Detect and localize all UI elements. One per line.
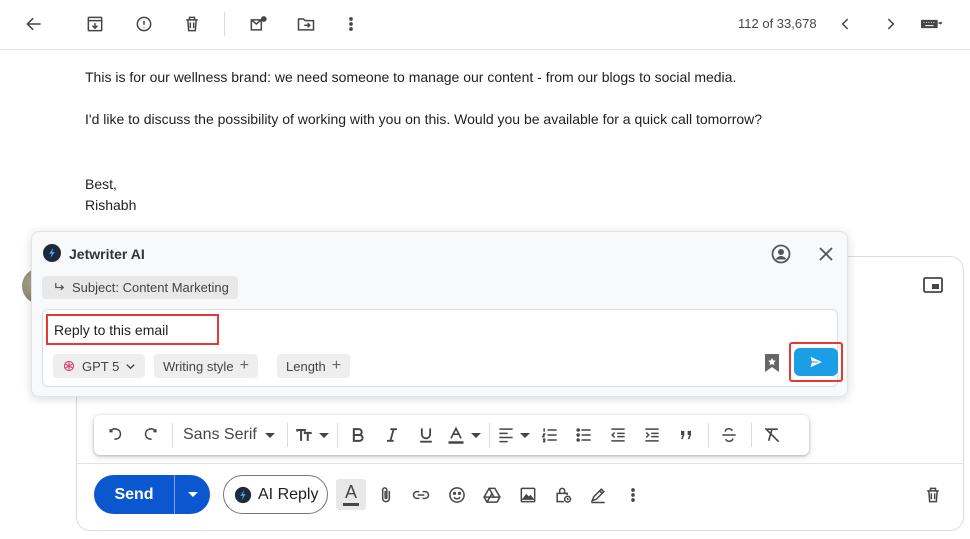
italic-icon[interactable] [378,421,406,449]
text-color-button[interactable] [446,421,481,449]
email-sender-name: Rishabh [85,197,137,213]
mark-unread-icon[interactable] [244,10,272,38]
model-select-chip[interactable]: GPT 5 [53,354,146,378]
more-vert-icon[interactable] [337,10,365,38]
undo-icon[interactable] [102,421,130,449]
plus-icon: + [239,357,249,374]
send-options-button[interactable] [175,492,210,497]
email-signoff: Best, [85,176,117,192]
chevron-right-icon[interactable] [876,10,904,38]
signature-icon[interactable] [587,484,609,506]
link-icon[interactable] [410,484,432,506]
report-spam-icon[interactable] [130,10,158,38]
numbered-list-icon[interactable] [536,421,564,449]
keyboard-icon[interactable] [916,10,946,38]
insert-photo-icon[interactable] [517,484,539,506]
font-size-button[interactable] [294,421,329,449]
chevron-left-icon[interactable] [832,10,860,38]
text-color-icon [448,426,464,444]
prompt-card: Reply to this email GPT 5 Writing style … [42,309,843,387]
text-format-letter: A [344,482,357,502]
formatting-options-button[interactable]: A [336,479,366,510]
reply-arrow-icon [55,282,65,291]
remove-formatting-icon[interactable] [758,421,786,449]
send-button[interactable]: Send [94,475,210,514]
writing-style-chip[interactable]: Writing style + [154,354,258,378]
align-button[interactable] [496,421,530,449]
send-label: Send [114,485,154,503]
formatting-toolbar: Sans Serif [94,415,809,455]
font-family-select[interactable]: Sans Serif [179,421,279,449]
pop-out-icon[interactable] [922,276,944,294]
quote-icon[interactable] [672,421,700,449]
divider [172,423,173,447]
ai-reply-button[interactable]: AI Reply [223,475,328,514]
strikethrough-icon[interactable] [715,421,743,449]
jetwriter-title: Jetwriter AI [69,246,145,262]
compose-divider [77,463,963,464]
chevron-down-icon [519,432,530,438]
prompt-input[interactable]: Reply to this email [46,314,219,345]
divider [336,423,338,447]
more-options-icon[interactable] [622,484,644,506]
length-chip[interactable]: Length + [277,354,351,378]
email-toolbar: 112 of 33,678 [0,0,970,50]
align-left-icon [499,428,513,443]
redo-icon[interactable] [136,421,164,449]
font-family-label: Sans Serif [183,426,257,443]
subject-label: Subject: Content Marketing [72,280,229,295]
move-to-icon[interactable] [292,10,320,38]
chevron-down-icon [126,363,135,369]
discard-draft-icon[interactable] [922,484,944,506]
back-arrow-icon[interactable] [20,10,48,38]
model-label: GPT 5 [82,358,120,374]
account-icon[interactable] [771,244,791,264]
divider [707,423,709,447]
divider [488,423,490,447]
email-body-line: I'd like to discuss the possibility of w… [85,111,763,127]
bulleted-list-icon[interactable] [570,421,598,449]
archive-icon[interactable] [81,10,109,38]
send-prompt-highlight [789,342,843,382]
send-prompt-button[interactable] [794,348,838,376]
confidential-mode-icon[interactable] [552,484,574,506]
email-body-line: This is for our wellness brand: we need … [85,69,737,85]
delete-icon[interactable] [178,10,206,38]
bold-icon[interactable] [344,421,372,449]
gmail-email-view: 112 of 33,678 This is for our wellness b… [0,0,970,539]
underline-icon[interactable] [412,421,440,449]
length-label: Length [286,358,326,374]
jetwriter-panel: Jetwriter AI Subject: Content Marketing … [31,231,848,397]
saved-prompts-icon[interactable] [764,353,780,373]
plus-icon: + [331,357,342,374]
indent-less-icon[interactable] [604,421,632,449]
writing-style-label: Writing style [163,358,234,374]
toolbar-divider [224,12,225,36]
underline-bar [343,503,359,506]
chevron-down-icon [470,432,481,438]
close-icon[interactable] [816,244,836,264]
text-size-icon [296,429,312,441]
chevron-down-icon [264,432,275,438]
divider [750,423,752,447]
openai-icon [63,360,75,372]
jetwriter-logo-icon [234,486,252,503]
chevron-down-icon [318,432,329,438]
divider [286,423,288,447]
ai-reply-label: AI Reply [258,485,319,503]
indent-more-icon[interactable] [638,421,666,449]
jetwriter-logo-icon [43,244,61,262]
subject-context-chip: Subject: Content Marketing [42,276,238,299]
pagination-count: 112 of 33,678 [738,16,817,31]
drive-icon[interactable] [481,484,503,506]
attach-icon[interactable] [375,484,397,506]
chevron-down-icon [187,492,198,497]
emoji-icon[interactable] [446,484,468,506]
send-icon [809,355,824,369]
